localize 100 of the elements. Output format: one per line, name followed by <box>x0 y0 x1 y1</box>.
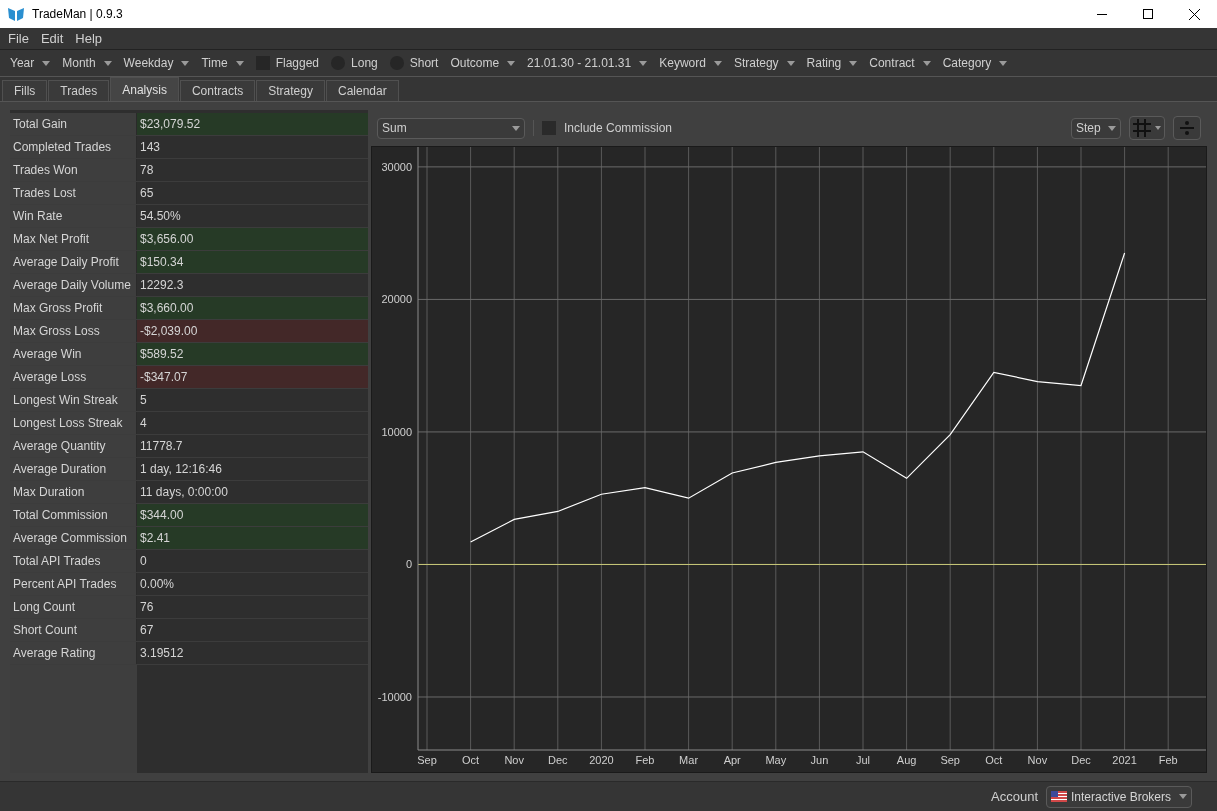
y-tick-label: 10000 <box>381 425 412 438</box>
stat-label: Win Rate <box>10 205 137 227</box>
stat-label: Completed Trades <box>10 136 137 158</box>
caret-icon <box>849 60 858 66</box>
x-tick-label: Feb <box>635 754 655 766</box>
menu-item[interactable]: File <box>8 28 29 49</box>
stat-label: Long Count <box>10 596 137 618</box>
stat-value: $2.41 <box>137 527 368 549</box>
stat-label: Average Loss <box>10 366 137 388</box>
stat-value: $23,079.52 <box>137 113 368 135</box>
stat-label: Percent API Trades <box>10 573 137 595</box>
grid-icon[interactable] <box>1129 116 1165 140</box>
stat-value: $344.00 <box>137 504 368 526</box>
checkbox-label: Flagged <box>275 55 320 72</box>
x-tick-label: Nov <box>1027 754 1048 766</box>
x-tick-label: 2020 <box>589 754 614 766</box>
caret-icon <box>639 60 648 66</box>
split-icon[interactable] <box>1173 116 1201 140</box>
x-tick-label: Dec <box>548 754 568 766</box>
x-tick-label: Oct <box>985 754 1003 766</box>
caret-icon <box>1108 125 1116 131</box>
stat-label: Average Quantity <box>10 435 137 457</box>
stat-label: Short Count <box>10 619 137 641</box>
stat-value: $589.52 <box>137 343 368 365</box>
menu-item[interactable]: Help <box>75 28 103 49</box>
filter-dropdown[interactable]: Strategy <box>727 51 801 75</box>
stat-label: Longest Win Streak <box>10 389 137 411</box>
filter-dropdown[interactable]: Outcome <box>444 51 522 75</box>
stat-value: $150.34 <box>137 251 368 273</box>
filter-dropdown[interactable]: Year <box>4 51 57 75</box>
account-label: Account <box>991 787 1038 806</box>
radio-label: Short <box>409 55 439 72</box>
stat-label: Average Rating <box>10 642 137 664</box>
stat-value: $3,656.00 <box>137 228 368 250</box>
menu-item[interactable]: Edit <box>40 28 64 49</box>
x-tick-label: Mar <box>679 754 699 766</box>
x-tick-label: Aug <box>896 754 917 766</box>
x-tick-label: Sep <box>417 754 437 766</box>
stat-label: Average Daily Profit <box>10 251 137 273</box>
app-logo-icon <box>8 7 24 21</box>
tab[interactable]: Strategy <box>256 80 325 101</box>
x-tick-label: Dec <box>1071 754 1091 766</box>
x-tick-label: Apr <box>723 754 741 766</box>
style-dropdown[interactable]: Step <box>1071 117 1121 139</box>
stat-label: Average Commission <box>10 527 137 549</box>
filter-dropdown[interactable]: Category <box>936 51 1014 75</box>
checkbox-label: Include Commission <box>564 120 673 137</box>
x-tick-label: Jun <box>810 754 829 766</box>
x-tick-label: 2021 <box>1112 754 1137 766</box>
caret-icon <box>103 60 112 66</box>
stat-label: Average Duration <box>10 458 137 480</box>
y-tick-label: 30000 <box>381 160 412 173</box>
x-tick-label: Feb <box>1158 754 1178 766</box>
x-tick-label: May <box>765 754 787 766</box>
x-tick-label: Jul <box>855 754 871 766</box>
stat-value: -$2,039.00 <box>137 320 368 342</box>
caret-icon <box>786 60 795 66</box>
tab[interactable]: Calendar <box>326 80 399 101</box>
stat-label: Max Duration <box>10 481 137 503</box>
y-tick-label: -10000 <box>377 691 412 703</box>
tab[interactable]: Trades <box>48 80 110 101</box>
stat-label: Total Gain <box>10 113 137 135</box>
stat-label: Longest Loss Streak <box>10 412 137 434</box>
stat-label: Trades Won <box>10 159 137 181</box>
stat-label: Average Win <box>10 343 137 365</box>
y-tick-label: 0 <box>405 558 412 571</box>
filter-dropdown[interactable]: Contract <box>863 51 937 75</box>
tab[interactable]: Fills <box>2 80 48 101</box>
caret-icon <box>1179 794 1187 799</box>
window-title: TradeMan | 0.9.3 <box>32 6 123 23</box>
stat-label: Total Commission <box>10 504 137 526</box>
caret-icon <box>42 60 51 66</box>
x-tick-label: Sep <box>940 754 960 766</box>
x-tick-label: Nov <box>504 754 524 766</box>
filter-dropdown[interactable]: 21.01.30 - 21.01.31 <box>521 51 654 75</box>
account-dropdown[interactable]: Interactive Brokers <box>1046 785 1192 808</box>
caret-icon <box>999 60 1008 66</box>
stat-label: Max Gross Profit <box>10 297 137 319</box>
filter-dropdown[interactable]: Time <box>195 51 250 75</box>
caret-icon <box>512 125 520 131</box>
mode-dropdown[interactable]: Sum <box>377 117 525 139</box>
filter-dropdown[interactable]: Keyword <box>653 51 728 75</box>
tab[interactable]: Contracts <box>179 80 256 101</box>
radio-label: Long <box>351 55 378 72</box>
flag-icon <box>1051 791 1067 802</box>
x-tick-label: Oct <box>462 754 480 766</box>
caret-icon <box>181 60 190 66</box>
stat-label: Trades Lost <box>10 182 137 204</box>
caret-icon <box>235 60 244 66</box>
filter-dropdown[interactable]: Weekday <box>117 51 196 75</box>
stat-label: Total API Trades <box>10 550 137 572</box>
stat-label: Max Gross Loss <box>10 320 137 342</box>
caret-icon <box>922 60 931 66</box>
stat-value: -$347.07 <box>137 366 368 388</box>
filter-dropdown[interactable]: Month <box>56 51 118 75</box>
caret-icon <box>713 60 722 66</box>
caret-icon <box>507 60 516 66</box>
tab[interactable]: Analysis <box>110 77 179 101</box>
stat-label: Average Daily Volume <box>10 274 137 296</box>
filter-dropdown[interactable]: Rating <box>800 51 864 75</box>
